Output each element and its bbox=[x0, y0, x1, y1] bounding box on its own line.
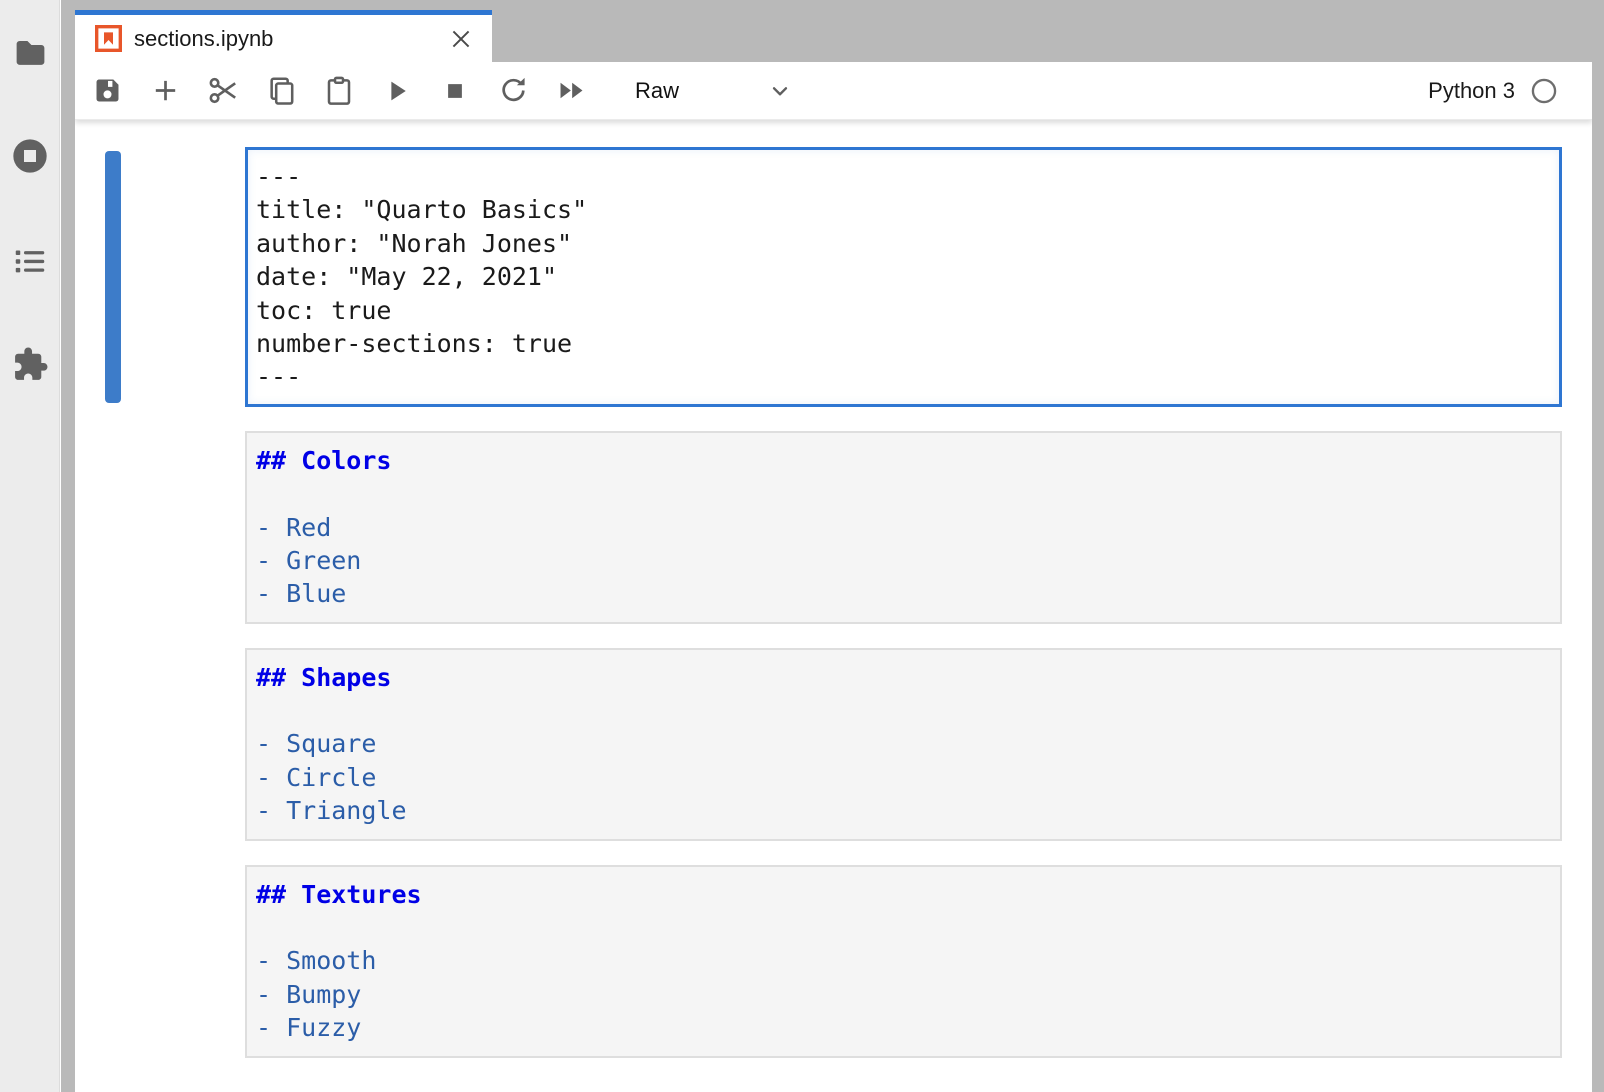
tab-bar: sections.ipynb bbox=[75, 0, 1604, 62]
blank-line bbox=[256, 477, 1551, 510]
markdown-cell-editor[interactable]: ## Colors - Red - Green - Blue bbox=[245, 431, 1562, 624]
code-line: toc: true bbox=[256, 294, 1551, 327]
raw-cell-editor[interactable]: --- title: "Quarto Basics" author: "Nora… bbox=[245, 147, 1562, 407]
markdown-list-line: - Circle bbox=[256, 761, 1551, 794]
chevron-down-icon bbox=[767, 78, 793, 104]
folder-icon bbox=[12, 34, 49, 71]
markdown-list-line: - Fuzzy bbox=[256, 1011, 1551, 1044]
blank-line bbox=[256, 694, 1551, 727]
fast-forward-icon bbox=[556, 75, 587, 106]
markdown-heading-line: ## Shapes bbox=[256, 661, 1551, 694]
activity-sidebar bbox=[0, 0, 60, 1092]
restart-kernel-button[interactable] bbox=[497, 72, 529, 110]
running-sessions-icon bbox=[10, 136, 50, 176]
markdown-heading-line: ## Colors bbox=[256, 444, 1551, 477]
copy-icon bbox=[265, 75, 297, 107]
cell-collapser[interactable] bbox=[105, 869, 121, 1054]
sidebar-item-files[interactable] bbox=[0, 17, 60, 87]
cell-collapser[interactable] bbox=[105, 652, 121, 837]
code-line: author: "Norah Jones" bbox=[256, 227, 1551, 260]
tab-title: sections.ipynb bbox=[134, 26, 446, 52]
interrupt-kernel-button[interactable] bbox=[439, 72, 471, 110]
puzzle-icon bbox=[12, 346, 49, 383]
code-line: date: "May 22, 2021" bbox=[256, 260, 1551, 293]
restart-icon bbox=[498, 75, 529, 106]
save-icon bbox=[92, 75, 123, 106]
code-line: --- bbox=[256, 160, 1551, 193]
copy-cells-button[interactable] bbox=[265, 72, 297, 110]
markdown-heading-line: ## Textures bbox=[256, 878, 1551, 911]
table-of-contents-icon bbox=[12, 243, 48, 279]
markdown-cell-editor[interactable]: ## Shapes - Square - Circle - Triangle bbox=[245, 648, 1562, 841]
save-button[interactable] bbox=[91, 72, 123, 110]
notebook-panel: --- title: "Quarto Basics" author: "Nora… bbox=[75, 120, 1592, 1092]
raw-cell-frontmatter: --- title: "Quarto Basics" author: "Nora… bbox=[75, 147, 1592, 407]
kernel-name[interactable]: Python 3 bbox=[1428, 78, 1515, 104]
code-line: title: "Quarto Basics" bbox=[256, 193, 1551, 226]
sidebar-item-extensions[interactable] bbox=[0, 329, 60, 399]
markdown-cell-colors: ## Colors - Red - Green - Blue bbox=[75, 431, 1592, 624]
markdown-list-line: - Smooth bbox=[256, 944, 1551, 977]
markdown-list-line: - Red bbox=[256, 511, 1551, 544]
sidebar-item-toc[interactable] bbox=[0, 226, 60, 296]
close-icon bbox=[448, 26, 474, 52]
markdown-list-line: - Bumpy bbox=[256, 978, 1551, 1011]
tab-close-button[interactable] bbox=[446, 24, 476, 54]
blank-line bbox=[256, 911, 1551, 944]
cell-collapser[interactable] bbox=[105, 435, 121, 620]
play-icon bbox=[382, 76, 412, 106]
paste-cells-button[interactable] bbox=[323, 72, 355, 110]
markdown-list-line: - Blue bbox=[256, 577, 1551, 610]
run-cell-button[interactable] bbox=[381, 72, 413, 110]
notebook-toolbar: Raw Python 3 bbox=[75, 62, 1592, 120]
sidebar-divider bbox=[61, 0, 75, 1092]
tab-sections-ipynb[interactable]: sections.ipynb bbox=[75, 10, 492, 62]
markdown-list-line: - Triangle bbox=[256, 794, 1551, 827]
run-all-cells-button[interactable] bbox=[555, 72, 587, 110]
cell-type-dropdown[interactable]: Raw bbox=[635, 71, 793, 111]
insert-cell-button[interactable] bbox=[149, 72, 181, 110]
window-right-edge bbox=[1592, 0, 1604, 1092]
kernel-idle-indicator-icon[interactable] bbox=[1530, 77, 1558, 105]
markdown-list-line: - Square bbox=[256, 727, 1551, 760]
stop-icon bbox=[440, 76, 470, 106]
scissors-icon bbox=[207, 74, 240, 107]
plus-icon bbox=[150, 75, 181, 106]
cut-cells-button[interactable] bbox=[207, 72, 239, 110]
markdown-cell-editor[interactable]: ## Textures - Smooth - Bumpy - Fuzzy bbox=[245, 865, 1562, 1058]
markdown-cell-textures: ## Textures - Smooth - Bumpy - Fuzzy bbox=[75, 865, 1592, 1058]
markdown-list-line: - Green bbox=[256, 544, 1551, 577]
notebook-file-icon bbox=[95, 25, 122, 52]
code-line: number-sections: true bbox=[256, 327, 1551, 360]
cell-type-value: Raw bbox=[635, 78, 679, 104]
cell-collapser[interactable] bbox=[105, 151, 121, 403]
kernel-area: Python 3 bbox=[1428, 77, 1592, 105]
code-line: --- bbox=[256, 360, 1551, 393]
markdown-cell-shapes: ## Shapes - Square - Circle - Triangle bbox=[75, 648, 1592, 841]
clipboard-icon bbox=[323, 75, 355, 107]
sidebar-item-running[interactable] bbox=[0, 121, 60, 191]
